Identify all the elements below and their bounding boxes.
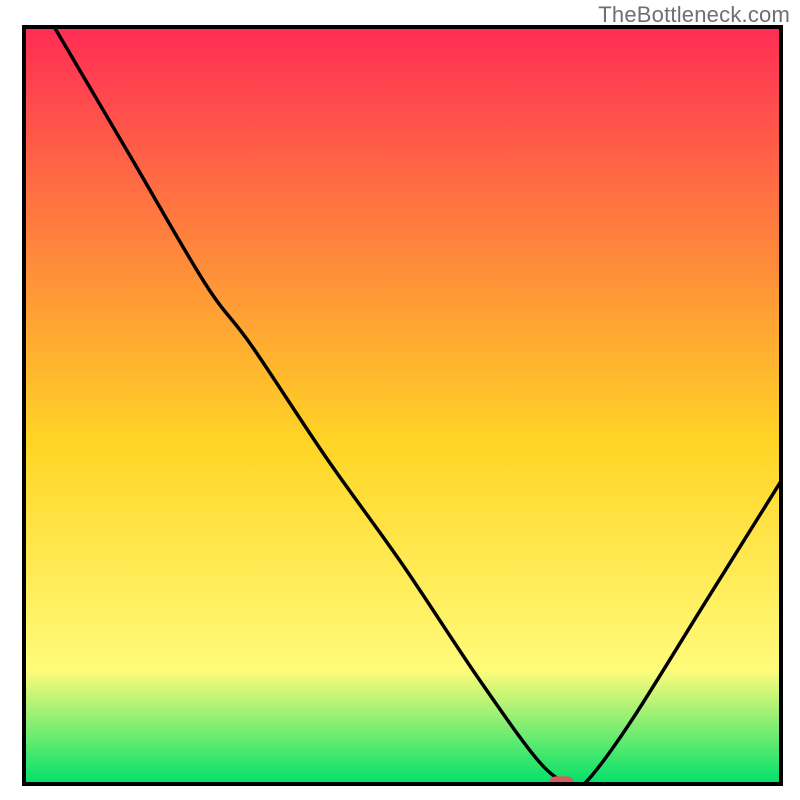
bottleneck-chart bbox=[0, 0, 800, 800]
chart-frame: TheBottleneck.com bbox=[0, 0, 800, 800]
gradient-background bbox=[24, 27, 781, 784]
watermark-text: TheBottleneck.com bbox=[598, 2, 790, 28]
